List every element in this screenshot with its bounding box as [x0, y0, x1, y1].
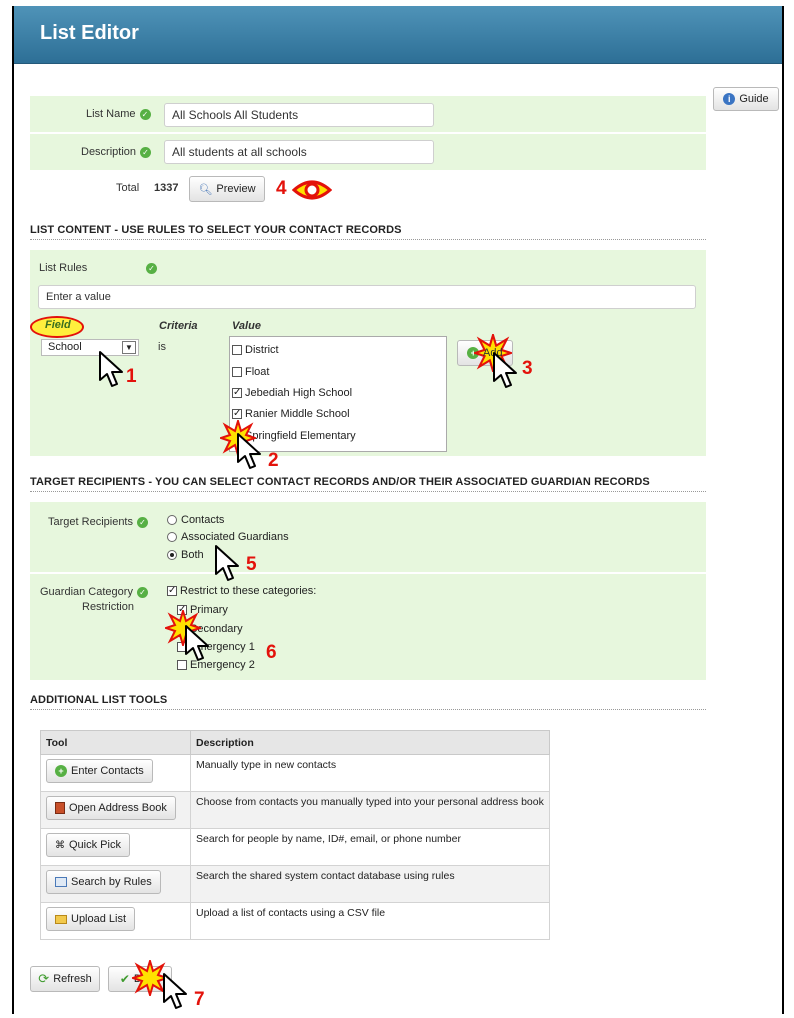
- check-icon: ✓: [139, 108, 151, 120]
- tool-description: Choose from contacts you manually typed …: [190, 791, 550, 829]
- value-option[interactable]: ✓ Jebediah High School: [232, 387, 352, 399]
- check-icon: ✓: [140, 146, 152, 158]
- folder-icon: [55, 914, 67, 924]
- step-1-marker: 1: [126, 366, 137, 387]
- list-name-field[interactable]: All Schools All Students: [164, 103, 434, 127]
- value-option[interactable]: ✓ Ranier Middle School: [232, 408, 350, 420]
- target-recipients-panel: [30, 502, 706, 572]
- col-tool-header: Tool: [40, 730, 191, 755]
- tools-table: Tool Description + Enter Contacts Manuall…: [40, 730, 550, 940]
- step-5-marker: 5: [246, 554, 257, 575]
- refresh-icon: ⟳: [38, 971, 50, 986]
- refresh-label: Refresh: [53, 973, 92, 985]
- tool-description: Upload a list of contacts using a CSV fi…: [190, 902, 550, 940]
- check-icon: ✓: [136, 586, 148, 598]
- criteria-header: Criteria: [159, 320, 198, 332]
- divider: [30, 709, 706, 710]
- value-option[interactable]: Float: [232, 366, 269, 378]
- additional-tools-heading: ADDITIONAL LIST TOOLS: [30, 694, 168, 706]
- cursor-icon: [99, 351, 123, 387]
- cursor-icon: [237, 433, 261, 469]
- list-rules-label: List Rules: [39, 262, 88, 274]
- step-2-marker: 2: [268, 450, 279, 471]
- list-name-value: All Schools All Students: [172, 108, 299, 122]
- field-select-value: School: [48, 341, 82, 353]
- total-label: Total: [116, 182, 140, 194]
- enter-contacts-button[interactable]: + Enter Contacts: [46, 759, 153, 783]
- step-4-marker: 4: [276, 178, 287, 199]
- total-value: 1337: [154, 182, 179, 194]
- address-book-icon: [55, 802, 65, 814]
- field-header: Field: [45, 319, 71, 331]
- eye-icon: [292, 180, 332, 200]
- table-row: ⌘ Quick Pick Search for people by name, I…: [40, 828, 550, 866]
- col-description-header: Description: [190, 730, 550, 755]
- preview-label: Preview: [216, 183, 256, 195]
- restrict-categories-checkbox[interactable]: ✓ Restrict to these categories:: [167, 585, 316, 597]
- checkbox-checked[interactable]: ✓: [167, 586, 177, 597]
- rule-input[interactable]: Enter a value: [38, 285, 696, 309]
- radio-associated-guardians[interactable]: Associated Guardians: [167, 531, 289, 543]
- title-bar: List Editor: [14, 6, 782, 64]
- open-address-book-button[interactable]: Open Address Book: [46, 796, 176, 820]
- table-row: Open Address Book Choose from contacts y…: [40, 791, 550, 829]
- description-value: All students at all schools: [172, 145, 307, 159]
- step-3-marker: 3: [522, 358, 533, 379]
- table-row: Upload List Upload a list of contacts us…: [40, 902, 550, 940]
- radio[interactable]: [167, 532, 177, 543]
- tool-description: Manually type in new contacts: [190, 754, 550, 792]
- upload-list-button[interactable]: Upload List: [46, 907, 136, 931]
- divider: [30, 491, 706, 492]
- checkbox[interactable]: [232, 345, 242, 356]
- guardian-category-label: Guardian Category ✓: [40, 586, 148, 598]
- search-by-rules-button[interactable]: Search by Rules: [46, 870, 161, 894]
- preview-button[interactable]: 🔍︎ Preview: [189, 176, 265, 202]
- tool-description: Search the shared system contact databas…: [190, 865, 550, 903]
- rule-input-value: Enter a value: [46, 291, 111, 303]
- description-label: Description ✓: [81, 146, 152, 158]
- binoculars-icon: ⌘: [55, 839, 65, 851]
- window-title: List Editor: [40, 22, 139, 44]
- step-6-marker: 6: [266, 642, 277, 663]
- checkbox[interactable]: [232, 367, 242, 378]
- radio-both[interactable]: Both: [167, 549, 204, 561]
- cursor-icon: [215, 545, 239, 581]
- cursor-icon: [163, 973, 187, 1009]
- table-row: + Enter Contacts Manually type in new con…: [40, 754, 550, 792]
- value-header: Value: [232, 320, 261, 332]
- guardian-restriction-label: Restriction: [82, 601, 134, 613]
- list-content-heading: LIST CONTENT - USE RULES TO SELECT YOUR …: [30, 224, 402, 236]
- check-icon: ✓: [137, 516, 148, 528]
- guide-label: Guide: [739, 93, 769, 105]
- radio-selected[interactable]: [167, 550, 177, 561]
- divider: [30, 239, 706, 240]
- step-7-marker: 7: [194, 989, 205, 1010]
- search-rules-icon: [55, 877, 67, 887]
- refresh-button[interactable]: ⟳ Refresh: [30, 966, 100, 992]
- cursor-icon: [185, 625, 209, 661]
- list-editor-window: List Editor i Guide List Name ✓ All Schoo…: [12, 6, 784, 1014]
- checkmark-icon: ✔: [119, 972, 130, 986]
- checkbox-checked[interactable]: ✓: [232, 409, 242, 420]
- tool-description: Search for people by name, ID#, email, o…: [190, 828, 550, 866]
- radio-contacts[interactable]: Contacts: [167, 514, 224, 526]
- radio[interactable]: [167, 515, 177, 526]
- cursor-icon: [493, 352, 517, 388]
- plus-icon: +: [55, 765, 67, 777]
- description-field[interactable]: All students at all schools: [164, 140, 434, 164]
- quick-pick-button[interactable]: ⌘ Quick Pick: [46, 833, 130, 857]
- magnifier-icon: 🔍︎: [198, 183, 213, 196]
- guide-button[interactable]: i Guide: [713, 87, 779, 111]
- target-recipients-label: Target Recipients ✓: [48, 516, 148, 528]
- info-icon: i: [723, 93, 736, 105]
- checkbox-checked[interactable]: ✓: [232, 388, 242, 399]
- criteria-value: is: [158, 341, 166, 353]
- value-option[interactable]: District: [232, 344, 279, 356]
- check-icon: ✓: [146, 263, 157, 274]
- target-recipients-heading: TARGET RECIPIENTS - YOU CAN SELECT CONTA…: [30, 476, 650, 488]
- list-name-label: List Name ✓: [86, 108, 151, 120]
- table-row: Search by Rules Search the shared system…: [40, 865, 550, 903]
